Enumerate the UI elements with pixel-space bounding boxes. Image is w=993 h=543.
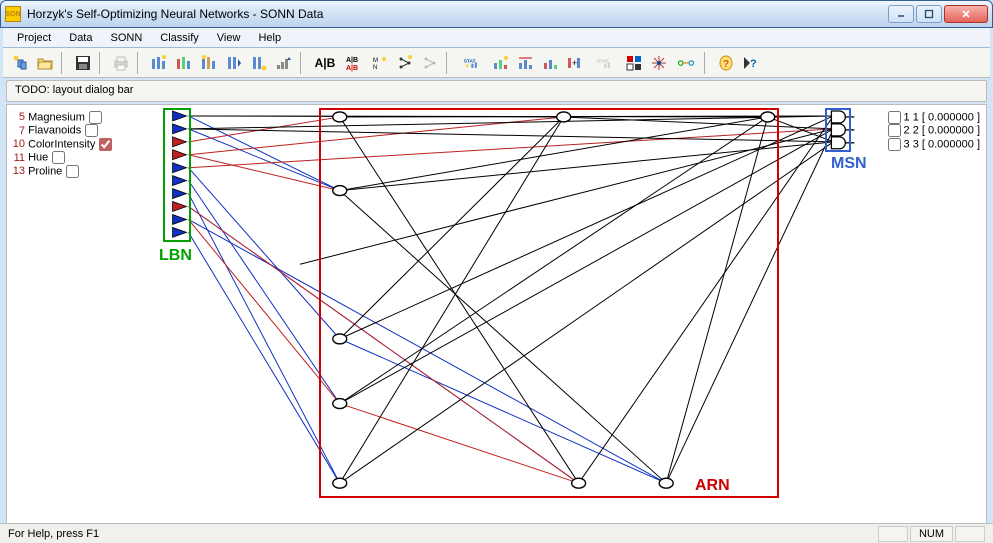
- tool-net1-icon[interactable]: [394, 52, 416, 74]
- output-row: 1 1 [ 0.000000 ]: [888, 111, 980, 124]
- menu-project[interactable]: Project: [9, 30, 59, 46]
- output-check-0[interactable]: [888, 111, 901, 124]
- tool-bars3-icon[interactable]: [198, 52, 220, 74]
- input-row: 7 Flavanoids: [11, 124, 114, 137]
- output-row: 2 2 [ 0.000000 ]: [888, 124, 980, 137]
- tool-minmax-icon[interactable]: MN: [369, 52, 391, 74]
- svg-text:STAT: STAT: [597, 58, 609, 64]
- tool-net2-icon[interactable]: [419, 52, 441, 74]
- status-pane-1: [878, 526, 908, 542]
- tool-help-icon[interactable]: ?: [740, 52, 762, 74]
- tool-flags-icon[interactable]: [623, 52, 645, 74]
- tool-ab-icon[interactable]: A|B: [311, 52, 339, 74]
- svg-text:?: ?: [723, 59, 729, 70]
- input-check-4[interactable]: [66, 165, 79, 178]
- status-pane-3: [955, 526, 985, 542]
- svg-text:A|B: A|B: [346, 65, 358, 72]
- network-canvas[interactable]: LBN ARN MSN 5 Magnesium 7 Flavanoids 10 …: [6, 104, 987, 524]
- msn-label: MSN: [831, 155, 867, 173]
- menu-classify[interactable]: Classify: [152, 30, 207, 46]
- menu-data[interactable]: Data: [61, 30, 100, 46]
- input-list: 5 Magnesium 7 Flavanoids 10 ColorIntensi…: [11, 111, 114, 178]
- tool-g2-icon[interactable]: [515, 52, 537, 74]
- svg-text:+: +: [572, 58, 577, 68]
- arn-nodes: [333, 112, 775, 488]
- lbn-nodes: [173, 111, 187, 237]
- arn-label: ARN: [695, 477, 730, 495]
- input-row: 11 Hue: [11, 151, 114, 164]
- app-icon: SON: [5, 6, 21, 22]
- tool-stat2-icon[interactable]: STAT: [590, 52, 620, 74]
- toolbar: A|B A|BA|B MN STAT + STAT ? ?: [3, 48, 990, 78]
- tool-bars5-icon[interactable]: [248, 52, 270, 74]
- input-row: 13 Proline: [11, 165, 114, 178]
- output-list: 1 1 [ 0.000000 ] 2 2 [ 0.000000 ] 3 3 [ …: [888, 111, 980, 151]
- tool-new-icon[interactable]: [9, 52, 31, 74]
- tool-g1-icon[interactable]: [490, 52, 512, 74]
- output-check-1[interactable]: [888, 124, 901, 137]
- tool-star-icon[interactable]: [648, 52, 670, 74]
- menu-view[interactable]: View: [209, 30, 249, 46]
- input-row: 10 ColorIntensity: [11, 138, 114, 151]
- menu-help[interactable]: Help: [250, 30, 289, 46]
- output-check-2[interactable]: [888, 138, 901, 151]
- titlebar: SON Horzyk's Self-Optimizing Neural Netw…: [0, 0, 993, 28]
- maximize-button[interactable]: [916, 5, 942, 23]
- close-button[interactable]: [944, 5, 988, 23]
- tool-stat-icon[interactable]: STAT: [457, 52, 487, 74]
- tool-bars4-icon[interactable]: [223, 52, 245, 74]
- tool-link-icon[interactable]: [673, 52, 699, 74]
- svg-text:A|B: A|B: [346, 57, 358, 64]
- input-check-3[interactable]: [52, 151, 65, 164]
- svg-text:?: ?: [750, 58, 757, 70]
- tool-g3-icon[interactable]: [540, 52, 562, 74]
- tool-bars1-icon[interactable]: [148, 52, 170, 74]
- status-help: For Help, press F1: [8, 528, 99, 540]
- input-check-1[interactable]: [85, 124, 98, 137]
- svg-text:M: M: [373, 58, 378, 64]
- window-title: Horzyk's Self-Optimizing Neural Networks…: [27, 7, 888, 21]
- tool-sort-icon[interactable]: [273, 52, 295, 74]
- msn-nodes: [831, 111, 854, 149]
- minimize-button[interactable]: [888, 5, 914, 23]
- menubar: Project Data SONN Classify View Help: [3, 28, 990, 48]
- tool-about-icon[interactable]: ?: [715, 52, 737, 74]
- svg-text:N: N: [373, 65, 377, 71]
- tool-open-icon[interactable]: [34, 52, 56, 74]
- tool-bars2-icon[interactable]: [173, 52, 195, 74]
- tool-ab-stack-icon[interactable]: A|BA|B: [342, 52, 366, 74]
- input-check-0[interactable]: [89, 111, 102, 124]
- dialogbar: TODO: layout dialog bar: [6, 80, 987, 102]
- svg-text:STAT: STAT: [464, 58, 476, 64]
- tool-g4-icon[interactable]: +: [565, 52, 587, 74]
- menu-sonn[interactable]: SONN: [103, 30, 151, 46]
- input-row: 5 Magnesium: [11, 111, 114, 124]
- lbn-label: LBN: [159, 247, 192, 265]
- tool-print-icon[interactable]: [110, 52, 132, 74]
- input-check-2[interactable]: [99, 138, 112, 151]
- output-row: 3 3 [ 0.000000 ]: [888, 138, 980, 151]
- tool-save-icon[interactable]: [72, 52, 94, 74]
- status-num: NUM: [910, 526, 953, 542]
- statusbar: For Help, press F1 NUM: [0, 523, 993, 543]
